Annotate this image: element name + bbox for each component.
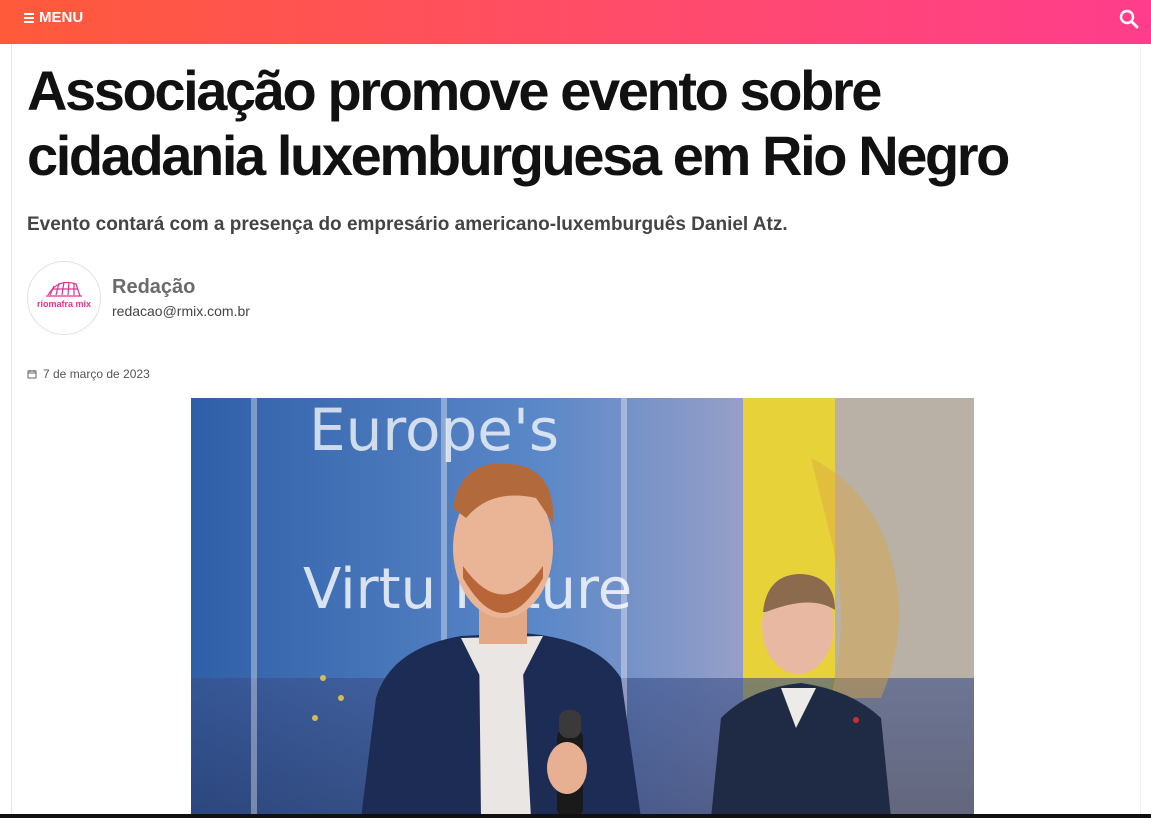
riomafra-mix-logo: riomafra mix [37, 281, 91, 309]
search-icon [1119, 9, 1139, 29]
search-button[interactable] [1119, 9, 1139, 29]
event-photo: Europe's Virtu Future [191, 398, 974, 818]
menu-label: MENU [39, 9, 84, 26]
author-name[interactable]: Redação [112, 276, 195, 299]
page-left-border [11, 44, 12, 818]
menu-button[interactable]: MENU [24, 9, 83, 26]
calendar-icon [27, 370, 37, 379]
post-date: 7 de março de 2023 [27, 367, 150, 381]
author-email: redacao@rmix.com.br [112, 303, 250, 319]
bottom-edge-bar [0, 814, 1151, 818]
post-date-text: 7 de março de 2023 [43, 367, 150, 381]
hamburger-icon [24, 11, 34, 25]
screen-text-europes: Europe's [309, 398, 559, 464]
article-subtitle: Evento contará com a presença do empresá… [27, 214, 788, 235]
avatar-logo-text: riomafra mix [37, 299, 91, 309]
author-avatar[interactable]: riomafra mix [27, 261, 101, 335]
page-right-border [1140, 44, 1141, 818]
article-hero-image: Europe's Virtu Future [191, 398, 974, 818]
article-title: Associação promove evento sobre cidadani… [27, 59, 1010, 187]
top-navigation-bar: MENU [0, 0, 1151, 44]
